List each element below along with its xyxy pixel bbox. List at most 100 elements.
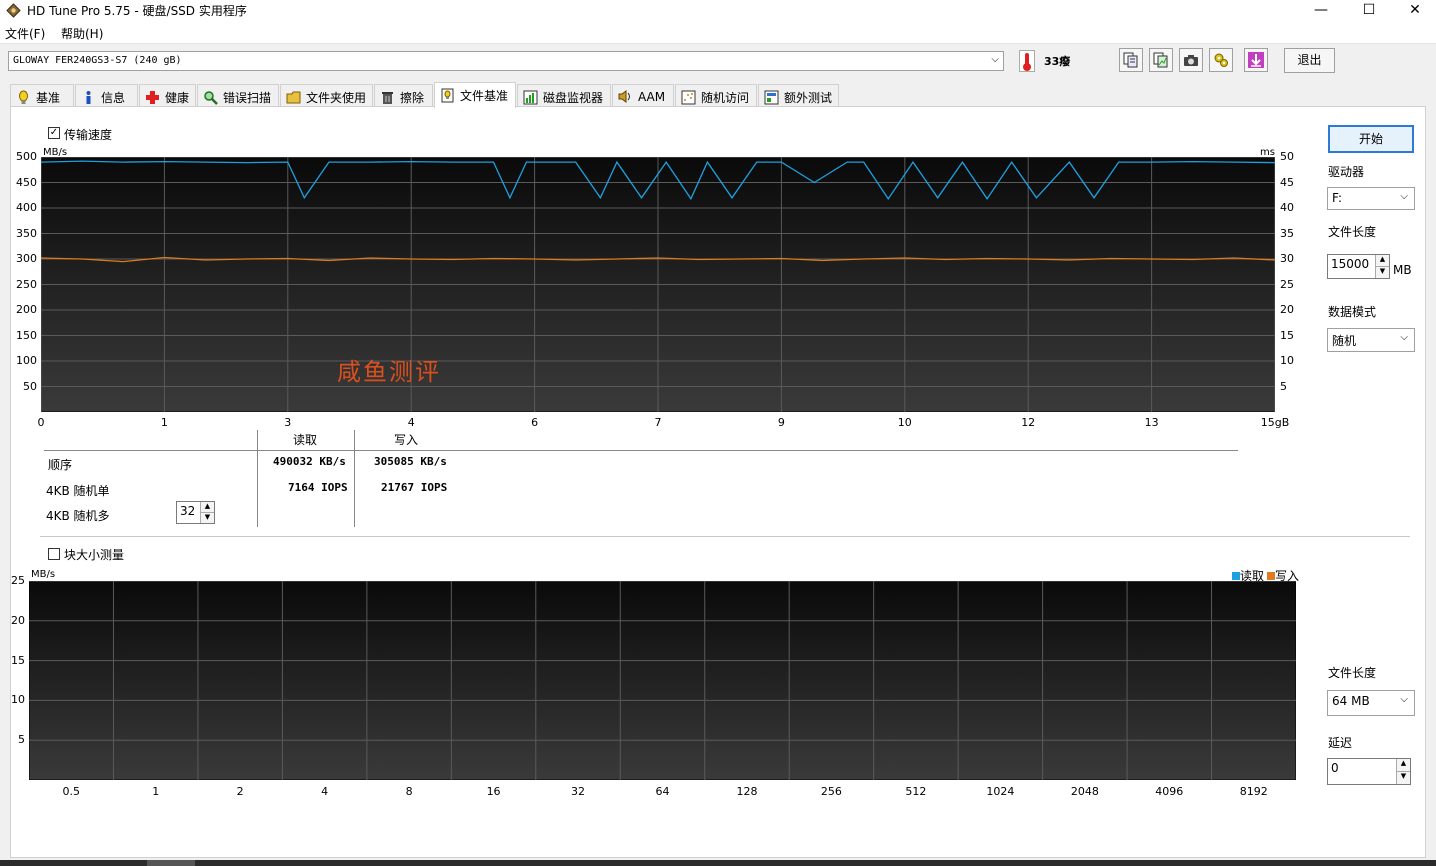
chart1-y-tick-label: 350: [16, 226, 37, 240]
results-4kb-single-write: 21767 IOPS: [381, 481, 448, 494]
tab-error-scan-label: 错误扫描: [223, 91, 272, 105]
chart2-x-tick-label: 256: [820, 785, 842, 798]
chart2-x-tick-label: 4: [321, 785, 329, 798]
chart2-x-tick-label: 8: [405, 785, 413, 798]
maximize-button[interactable]: ☐: [1346, 0, 1392, 22]
drive-select[interactable]: GLOWAY FER240GS3-S7 (240 gB) ⌵: [8, 51, 1004, 71]
drive-label: 驱动器: [1328, 165, 1365, 179]
menu-bar: 文件(F) 帮助(H): [0, 22, 1436, 44]
options-button[interactable]: [1209, 48, 1233, 72]
camera-icon: [1184, 55, 1198, 66]
file-length-value: 15000: [1331, 257, 1370, 271]
results-divider-2: [354, 430, 355, 527]
chart1-x-tick-label: 1: [160, 416, 168, 429]
info-icon: [86, 91, 91, 104]
scrollbar-thumb[interactable]: [147, 860, 195, 866]
tab-random-access[interactable]: 随机访问: [675, 84, 757, 107]
chart2-x-tick-label: 16: [486, 785, 501, 798]
tab-benchmark[interactable]: 基准: [10, 84, 74, 107]
chart1-y2-tick-label: 10: [1280, 354, 1294, 367]
drive-combo[interactable]: F: ⌵: [1327, 187, 1415, 210]
tab-random-access-label: 随机访问: [701, 91, 750, 105]
tab-file-benchmark[interactable]: 文件基准: [434, 82, 516, 108]
chart1-x-tick-label: 15gB: [1260, 416, 1290, 429]
chart1-x-tick-label: 6: [531, 416, 539, 429]
tab-disk-monitor-label: 磁盘监视器: [543, 91, 604, 105]
stepper-down-icon[interactable]: ▼: [200, 512, 214, 523]
bottom-scrollbar[interactable]: [0, 860, 1436, 866]
transfer-speed-chart: [41, 157, 1275, 412]
chevron-down-icon: ⌵: [1400, 694, 1408, 705]
temperature-indicator: 33癈: [1015, 48, 1073, 74]
chart1-y-tick-label: 100: [16, 354, 37, 367]
stepper-down-icon[interactable]: ▼: [1396, 771, 1410, 784]
chart2-x-tick-label: 128: [736, 785, 758, 798]
block-size-chart: [29, 581, 1296, 780]
tab-info-label: 信息: [101, 91, 126, 105]
transfer-speed-checkbox[interactable]: ✓: [48, 127, 60, 139]
delay-stepper[interactable]: 0 ▲ ▼: [1327, 758, 1411, 785]
tab-extra-tests[interactable]: 额外测试: [758, 84, 839, 107]
stepper-up-icon[interactable]: ▲: [1396, 759, 1410, 772]
exit-button[interactable]: 退出: [1284, 48, 1335, 73]
copy-icon: [1123, 52, 1138, 68]
tab-error-scan[interactable]: 错误扫描: [197, 84, 279, 107]
results-row-4kb-multi-label: 4KB 随机多: [46, 509, 110, 523]
queue-depth-value: 32: [180, 504, 196, 518]
tab-aam[interactable]: AAM: [612, 84, 674, 107]
chart1-x-tick-label: 0: [37, 416, 45, 429]
minimize-button[interactable]: —: [1298, 0, 1344, 22]
chart2-x-tick-label: 64: [655, 785, 670, 798]
file-length2-value: 64 MB: [1332, 694, 1370, 708]
stepper-up-icon[interactable]: ▲: [200, 502, 214, 513]
screenshot-button[interactable]: [1179, 48, 1203, 72]
stepper-down-icon[interactable]: ▼: [1375, 266, 1389, 278]
chart1-x-tick-label: 10: [897, 416, 912, 429]
chart1-x-tick-label: 13: [1144, 416, 1159, 429]
stepper-up-icon[interactable]: ▲: [1375, 255, 1389, 267]
results-sequential-write: 305085 KB/s: [374, 455, 447, 468]
start-button[interactable]: 开始: [1328, 125, 1414, 153]
chart1-y-tick-label: 500: [16, 150, 37, 163]
save-button[interactable]: [1244, 48, 1268, 72]
tab-erase-label: 擦除: [400, 91, 425, 105]
tab-folder-usage[interactable]: 文件夹使用: [280, 84, 373, 107]
chart1-y-tick-label: 400: [16, 201, 37, 214]
delay-label: 延迟: [1328, 736, 1353, 750]
file-length2-label: 文件长度: [1328, 666, 1377, 680]
trash-icon: [382, 92, 393, 104]
chart1-y-tick-label: 150: [16, 328, 37, 342]
chart1-y-tick-label: 450: [16, 175, 37, 189]
copy-chart-button[interactable]: [1149, 48, 1173, 72]
chart1-x-tick-label: 9: [777, 416, 785, 429]
chevron-down-icon: ⌵: [1400, 191, 1408, 202]
menu-help[interactable]: 帮助(H): [61, 25, 103, 42]
queue-depth-stepper[interactable]: 32 ▲ ▼: [176, 501, 215, 524]
thermometer-icon: [1019, 50, 1035, 72]
close-button[interactable]: ✕: [1392, 0, 1436, 22]
copy-info-button[interactable]: [1119, 48, 1143, 72]
results-col-read: 读取: [293, 433, 318, 447]
monitor-chart-icon: [523, 90, 538, 105]
file-length2-combo[interactable]: 64 MB ⌵: [1327, 690, 1415, 716]
chart2-x-tick-label: 2048: [1070, 785, 1099, 798]
tab-folder-usage-label: 文件夹使用: [306, 91, 367, 105]
results-header-line: [44, 450, 1238, 451]
chart2-y-tick-label: 25: [11, 574, 25, 587]
chart1-x-tick-label: 12: [1021, 416, 1036, 429]
menu-file[interactable]: 文件(F): [5, 25, 45, 42]
chart1-y2-tick-label: 15: [1280, 328, 1294, 342]
tab-disk-monitor[interactable]: 磁盘监视器: [517, 84, 611, 107]
chart1-y-tick-label: 200: [16, 303, 37, 316]
chart1-y2-tick-label: 45: [1280, 175, 1294, 189]
tab-file-benchmark-label: 文件基准: [460, 89, 509, 103]
file-length-unit: MB: [1393, 263, 1412, 277]
data-mode-combo[interactable]: 随机 ⌵: [1327, 328, 1415, 352]
block-size-checkbox[interactable]: [48, 548, 60, 560]
block-size-label: 块大小测量: [64, 548, 125, 562]
tab-health[interactable]: 健康: [139, 84, 196, 107]
tab-erase[interactable]: 擦除: [374, 84, 433, 107]
file-length-stepper[interactable]: 15000 ▲ ▼: [1327, 254, 1390, 279]
gears-icon: [1214, 53, 1228, 67]
tab-info[interactable]: 信息: [75, 84, 138, 107]
